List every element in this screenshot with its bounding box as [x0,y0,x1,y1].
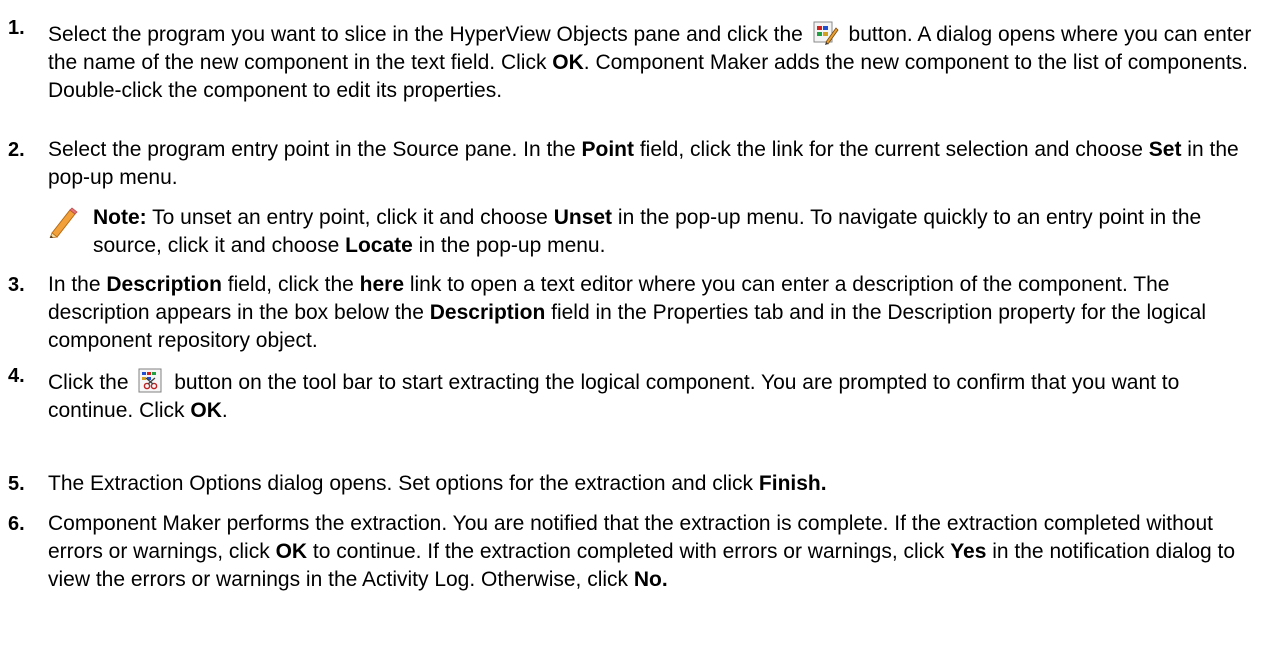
step-number: 5. [8,473,25,495]
step-number: 6. [8,513,25,535]
step-number: 4. [8,365,25,387]
step-text: Component Maker performs the extraction.… [48,512,1236,591]
step-text: The Extraction Options dialog opens. Set… [48,472,827,495]
step-number: 3. [8,274,25,296]
step-text: Click the button on the tool bar to star… [48,368,1260,425]
step-text: Select the program entry point in the So… [48,138,1239,189]
extract-component-icon [138,368,164,394]
step-text: Select the program you want to slice in … [48,20,1260,105]
procedure-document: 1. Select the program you want to slice … [0,0,1282,670]
step-number: 2. [8,139,25,161]
step-number: 1. [8,17,25,39]
new-component-icon [813,20,839,46]
pencil-icon [48,206,78,239]
step-text: In the Description field, click the here… [48,273,1206,352]
note-text: Note: To unset an entry point, click it … [93,206,1202,257]
